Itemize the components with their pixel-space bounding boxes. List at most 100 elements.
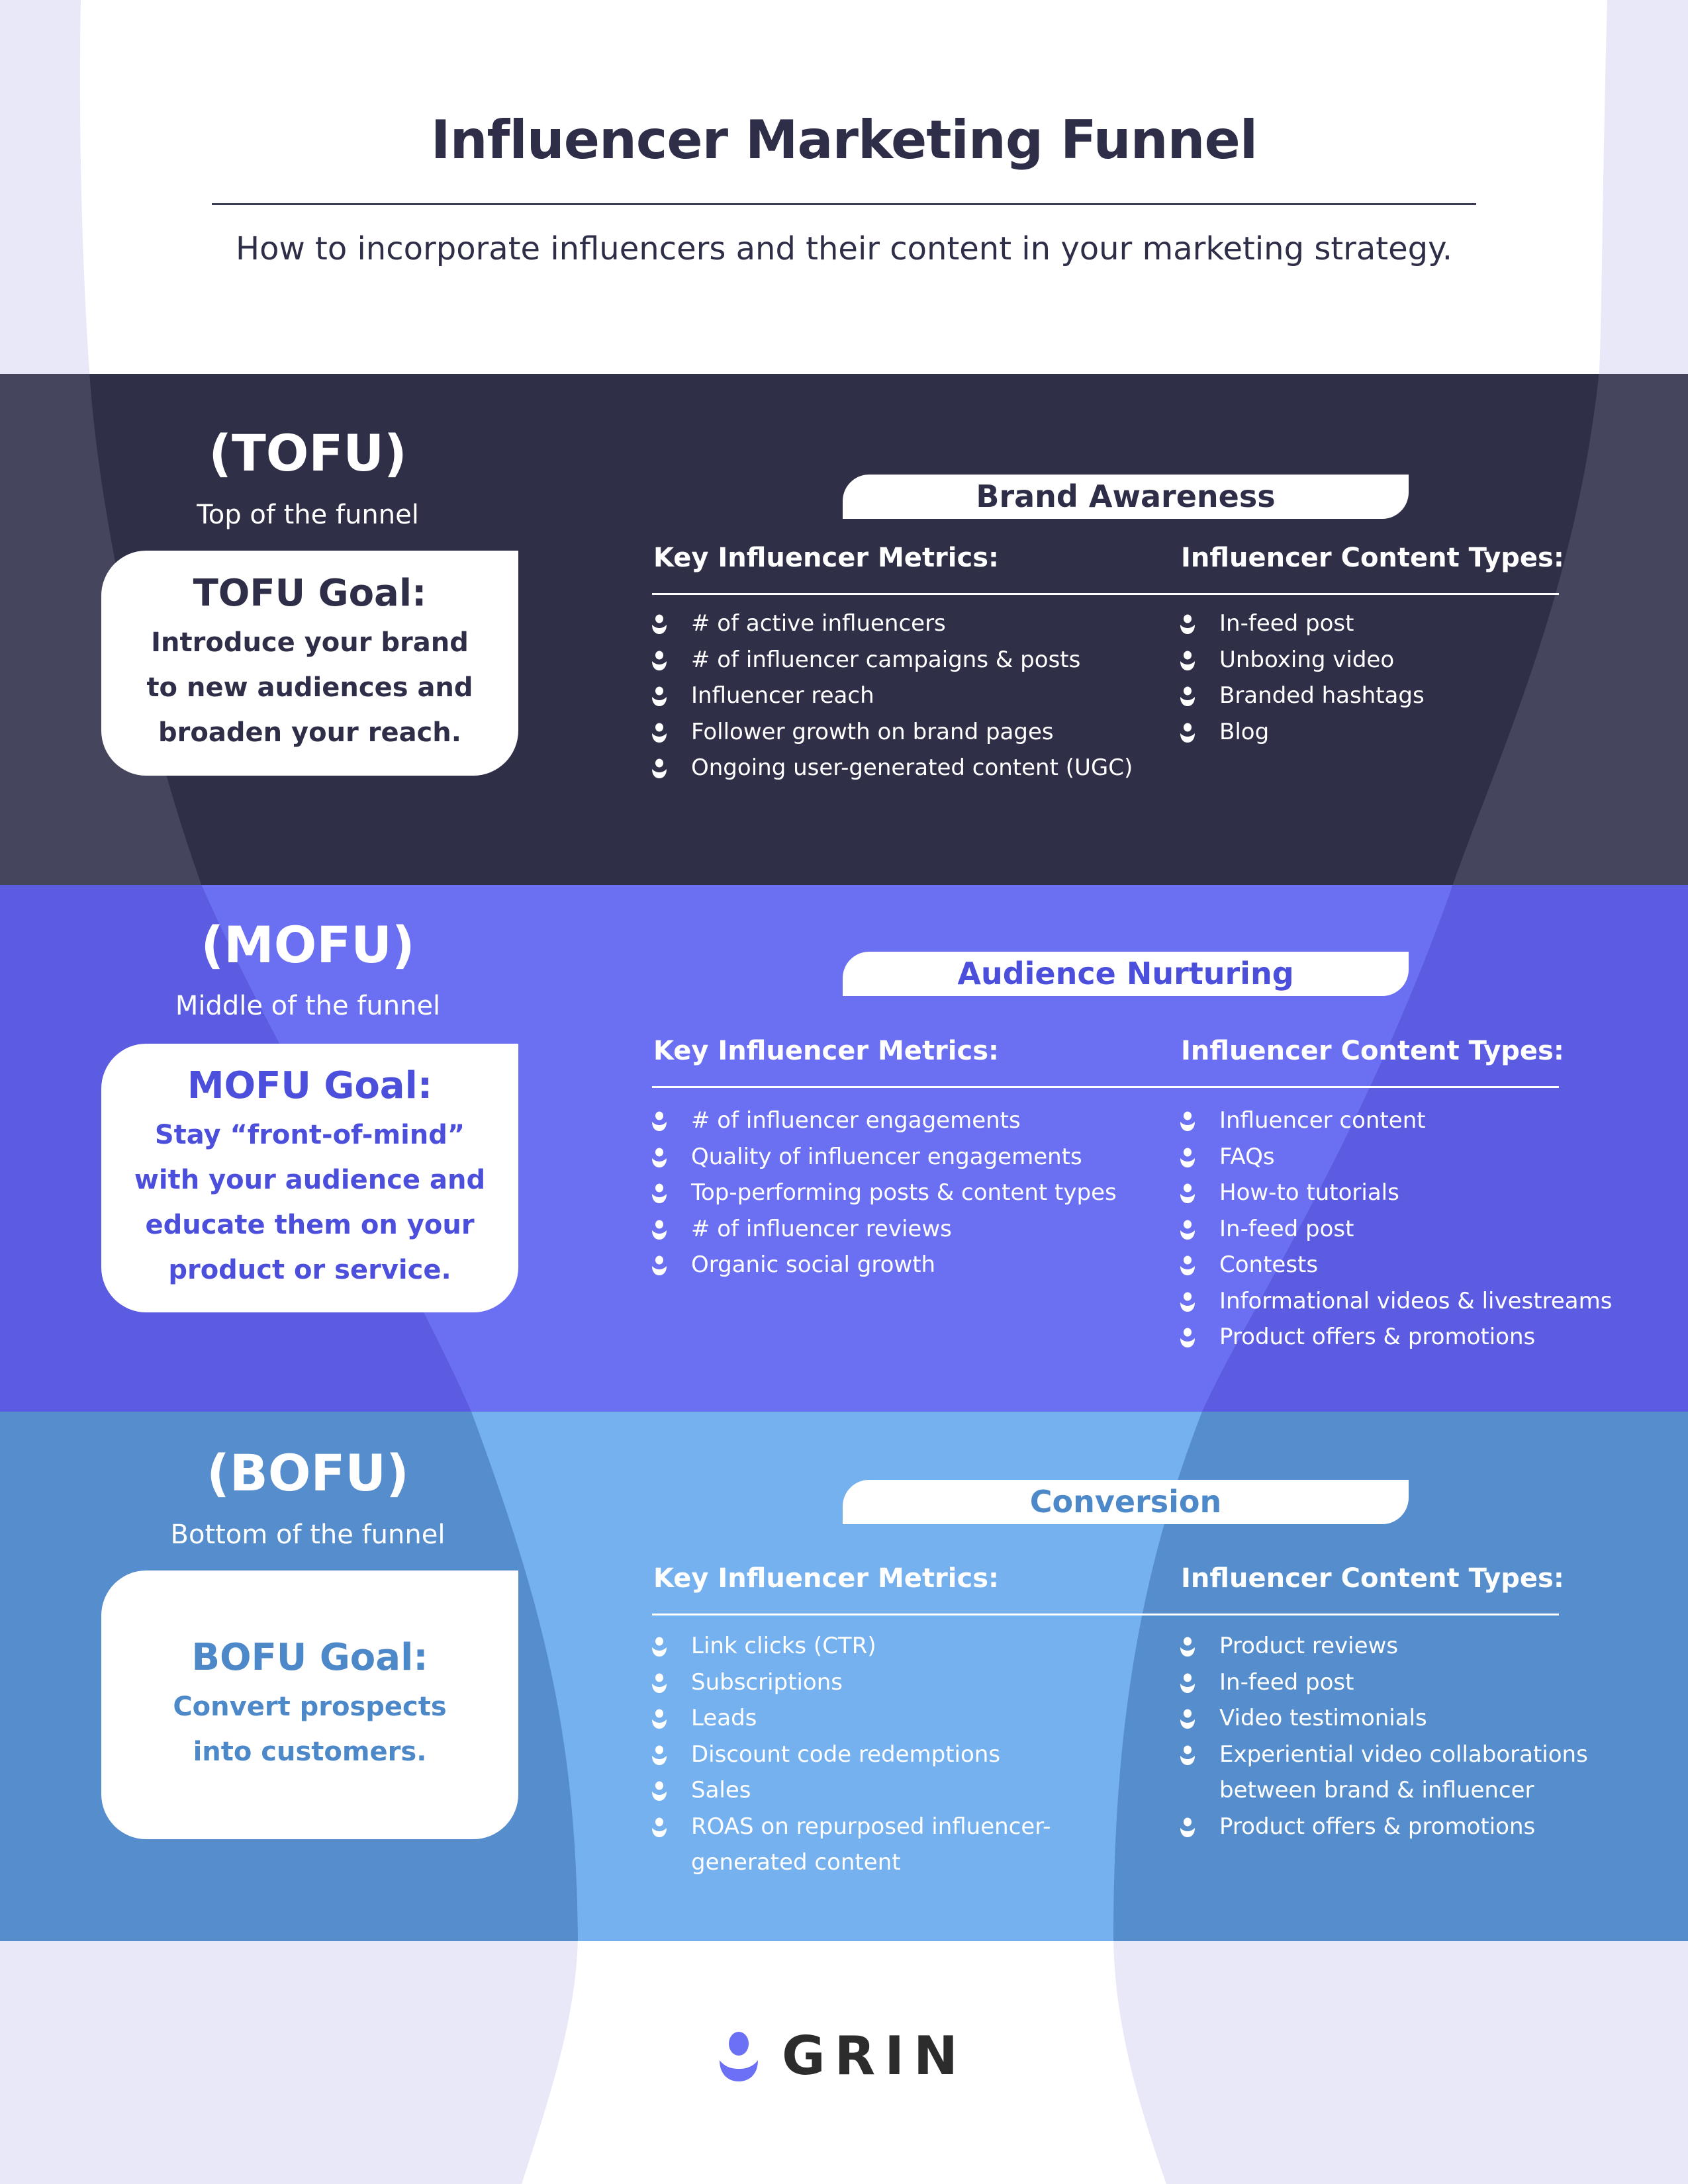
list-item: Top-performing posts & content types <box>651 1175 1154 1211</box>
list-item-text: Influencer reach <box>691 682 874 709</box>
grin-bullet-icon <box>1180 1183 1195 1203</box>
content-types-list: Influencer content FAQs How-to tutorials In… <box>1180 1103 1656 1355</box>
stage-tab: Brand Awareness <box>843 475 1409 519</box>
stage-abbreviation: (BOFU) <box>207 1443 409 1502</box>
grin-bullet-icon <box>652 1255 667 1275</box>
list-item: Follower growth on brand pages <box>651 714 1154 751</box>
list-item-text: In-feed post <box>1219 1668 1354 1696</box>
list-item: # of active influencers <box>651 606 1154 642</box>
list-item-text: # of influencer campaigns & posts <box>691 646 1081 673</box>
list-item-text: # of active influencers <box>691 610 946 637</box>
list-item: In-feed post <box>1180 1211 1656 1248</box>
grin-bullet-icon <box>1180 1328 1195 1347</box>
list-item: Influencer reach <box>651 678 1154 714</box>
title-divider <box>212 203 1476 205</box>
list-item-text: Subscriptions <box>691 1668 843 1696</box>
list-item-text: Unboxing video <box>1219 646 1395 673</box>
list-item: Product reviews <box>1180 1628 1656 1664</box>
list-item: Informational videos & livestreams <box>1180 1283 1656 1320</box>
grin-bullet-icon <box>1180 1148 1195 1167</box>
goal-line: Stay “front-of-mind” <box>154 1119 465 1150</box>
grin-bullet-icon <box>652 1148 667 1167</box>
grin-bullet-icon <box>652 1183 667 1203</box>
list-item-text: Leads <box>691 1705 757 1731</box>
content-types-heading: Influencer Content Types: <box>1181 543 1564 573</box>
goal-description: Stay “front-of-mind” with your audience a… <box>134 1113 485 1293</box>
list-item: Leads <box>651 1700 1154 1737</box>
list-item-text: # of influencer engagements <box>691 1107 1021 1134</box>
goal-title: TOFU Goal: <box>193 571 427 615</box>
list-item: Sales <box>651 1772 1154 1809</box>
goal-line: Introduce your brand <box>151 627 469 658</box>
grin-bullet-icon <box>652 1220 667 1240</box>
list-item: # of influencer engagements <box>651 1103 1154 1139</box>
list-item-text: Blog <box>1219 718 1270 745</box>
list-item: Organic social growth <box>651 1247 1154 1283</box>
grin-bullet-icon <box>1180 1220 1195 1240</box>
list-item-text: Video testimonials <box>1219 1705 1427 1731</box>
content-types-list: In-feed post Unboxing video Branded hashta… <box>1180 606 1656 750</box>
grin-logo: GRIN <box>718 2025 967 2087</box>
grin-bullet-icon <box>1180 614 1195 634</box>
list-item-text: Branded hashtags <box>1219 682 1425 709</box>
list-item-text: Influencer content <box>1219 1107 1426 1134</box>
list-item-text: Sales <box>691 1777 751 1803</box>
stage-name: Top of the funnel <box>197 500 419 530</box>
list-item: # of influencer reviews <box>651 1211 1154 1248</box>
list-item: ROAS on repurposed influencer-generated … <box>651 1809 1154 1881</box>
list-item-text: Organic social growth <box>691 1251 936 1278</box>
metrics-list: # of active influencers # of influencer c… <box>651 606 1154 786</box>
goal-line: with your audience and <box>134 1164 486 1195</box>
content-types-list: Product reviews In-feed post Video testimo… <box>1180 1628 1656 1844</box>
list-item: Experiential video collaborations betwee… <box>1180 1737 1656 1809</box>
list-item: Contests <box>1180 1247 1656 1283</box>
column-divider <box>652 1086 1559 1088</box>
grin-bullet-icon <box>652 1781 667 1801</box>
list-item-text: Product offers & promotions <box>1219 1324 1536 1350</box>
grin-bullet-icon <box>1180 1637 1195 1657</box>
page-subtitle: How to incorporate influencers and their… <box>236 230 1452 267</box>
list-item-text: Ongoing user-generated content (UGC) <box>691 754 1133 781</box>
grin-bullet-icon <box>652 1817 667 1837</box>
list-item: In-feed post <box>1180 606 1656 642</box>
list-item: How-to tutorials <box>1180 1175 1656 1211</box>
goal-line: broaden your reach. <box>158 717 461 748</box>
goal-line: to new audiences and <box>146 672 473 703</box>
grin-bullet-icon <box>652 651 667 670</box>
grin-bullet-icon <box>652 1111 667 1131</box>
stage-name: Bottom of the funnel <box>170 1520 445 1550</box>
grin-bullet-icon <box>652 1709 667 1729</box>
stage-name: Middle of the funnel <box>175 991 441 1021</box>
metrics-heading: Key Influencer Metrics: <box>653 1563 1000 1594</box>
metrics-heading: Key Influencer Metrics: <box>653 543 1000 573</box>
grin-bullet-icon <box>1180 1111 1195 1131</box>
grin-bullet-icon <box>652 758 667 778</box>
list-item: Unboxing video <box>1180 642 1656 678</box>
list-item-text: Informational videos & livestreams <box>1219 1287 1613 1314</box>
goal-card: BOFU Goal: Convert prospects into customer… <box>101 1570 518 1839</box>
list-item: Blog <box>1180 714 1656 751</box>
list-item-text: Link clicks (CTR) <box>691 1633 876 1659</box>
list-item: Video testimonials <box>1180 1700 1656 1737</box>
grin-bullet-icon <box>1180 1673 1195 1693</box>
goal-title: MOFU Goal: <box>187 1064 433 1107</box>
list-item: Discount code redemptions <box>651 1737 1154 1773</box>
grin-bullet-icon <box>652 1673 667 1693</box>
list-item-text: In-feed post <box>1219 1215 1354 1242</box>
goal-card: TOFU Goal: Introduce your brand to new aud… <box>101 551 518 776</box>
grin-bullet-icon <box>1180 723 1195 743</box>
goal-description: Convert prospects into customers. <box>173 1684 446 1774</box>
list-item: Ongoing user-generated content (UGC) <box>651 750 1154 786</box>
goal-description: Introduce your brand to new audiences and… <box>146 620 473 755</box>
grin-bullet-icon <box>1180 1817 1195 1837</box>
list-item: Subscriptions <box>651 1664 1154 1701</box>
grin-bullet-icon <box>1180 651 1195 670</box>
column-divider <box>652 1614 1559 1615</box>
list-item-text: Top-performing posts & content types <box>691 1179 1117 1206</box>
list-item-text: How-to tutorials <box>1219 1179 1399 1206</box>
page-title: Influencer Marketing Funnel <box>430 109 1258 171</box>
grin-bullet-icon <box>1180 1709 1195 1729</box>
grin-bullet-icon <box>1180 686 1195 706</box>
metrics-list: # of influencer engagements Quality of in… <box>651 1103 1154 1283</box>
grin-bullet-icon <box>652 686 667 706</box>
